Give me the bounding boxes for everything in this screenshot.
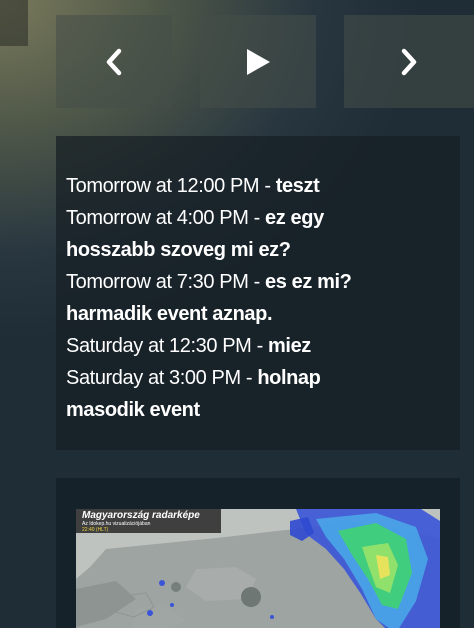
- slideshow-controls: [56, 15, 474, 108]
- event-title: teszt: [275, 175, 320, 197]
- radar-map-image: Magyarország radarképe Az Idokep.hu vizu…: [76, 509, 440, 628]
- event-separator: -: [259, 175, 276, 197]
- events-panel: Tomorrow at 12:00 PM - teszt Tomorrow at …: [56, 136, 460, 450]
- event-separator: -: [248, 207, 266, 229]
- event-time: Tomorrow at 7:30 PM: [66, 271, 249, 293]
- event-item: Saturday at 12:30 PM - miez: [66, 330, 396, 362]
- event-list: Tomorrow at 12:00 PM - teszt Tomorrow at …: [66, 170, 396, 426]
- radar-caption: Magyarország radarképe Az Idokep.hu vizu…: [76, 509, 221, 533]
- event-time: Saturday at 3:00 PM: [66, 367, 241, 389]
- event-separator: -: [251, 335, 269, 357]
- event-title: miez: [268, 335, 311, 357]
- event-item: Tomorrow at 12:00 PM - teszt: [66, 170, 396, 202]
- radar-panel: Magyarország radarképe Az Idokep.hu vizu…: [56, 478, 460, 628]
- previous-button[interactable]: [56, 15, 172, 108]
- radar-timestamp: 22:40 (HLT): [82, 527, 109, 533]
- event-separator: -: [248, 271, 266, 293]
- next-button[interactable]: [344, 15, 474, 108]
- chevron-right-icon: [401, 48, 417, 75]
- event-time: Saturday at 12:30 PM: [66, 335, 252, 357]
- event-time: Tomorrow at 4:00 PM: [66, 207, 249, 229]
- event-item: Tomorrow at 4:00 PM - ez egy hosszabb sz…: [66, 202, 396, 266]
- event-separator: -: [240, 367, 258, 389]
- event-time: Tomorrow at 12:00 PM: [66, 175, 260, 197]
- event-item: Saturday at 3:00 PM - holnap masodik eve…: [66, 362, 396, 426]
- play-button[interactable]: [200, 15, 316, 108]
- radar-title: Magyarország radarképe: [82, 510, 200, 521]
- chevron-left-icon: [106, 48, 122, 75]
- event-item: Tomorrow at 7:30 PM - es ez mi? harmadik…: [66, 266, 396, 330]
- play-icon: [247, 48, 270, 75]
- corner-tab: [0, 0, 28, 46]
